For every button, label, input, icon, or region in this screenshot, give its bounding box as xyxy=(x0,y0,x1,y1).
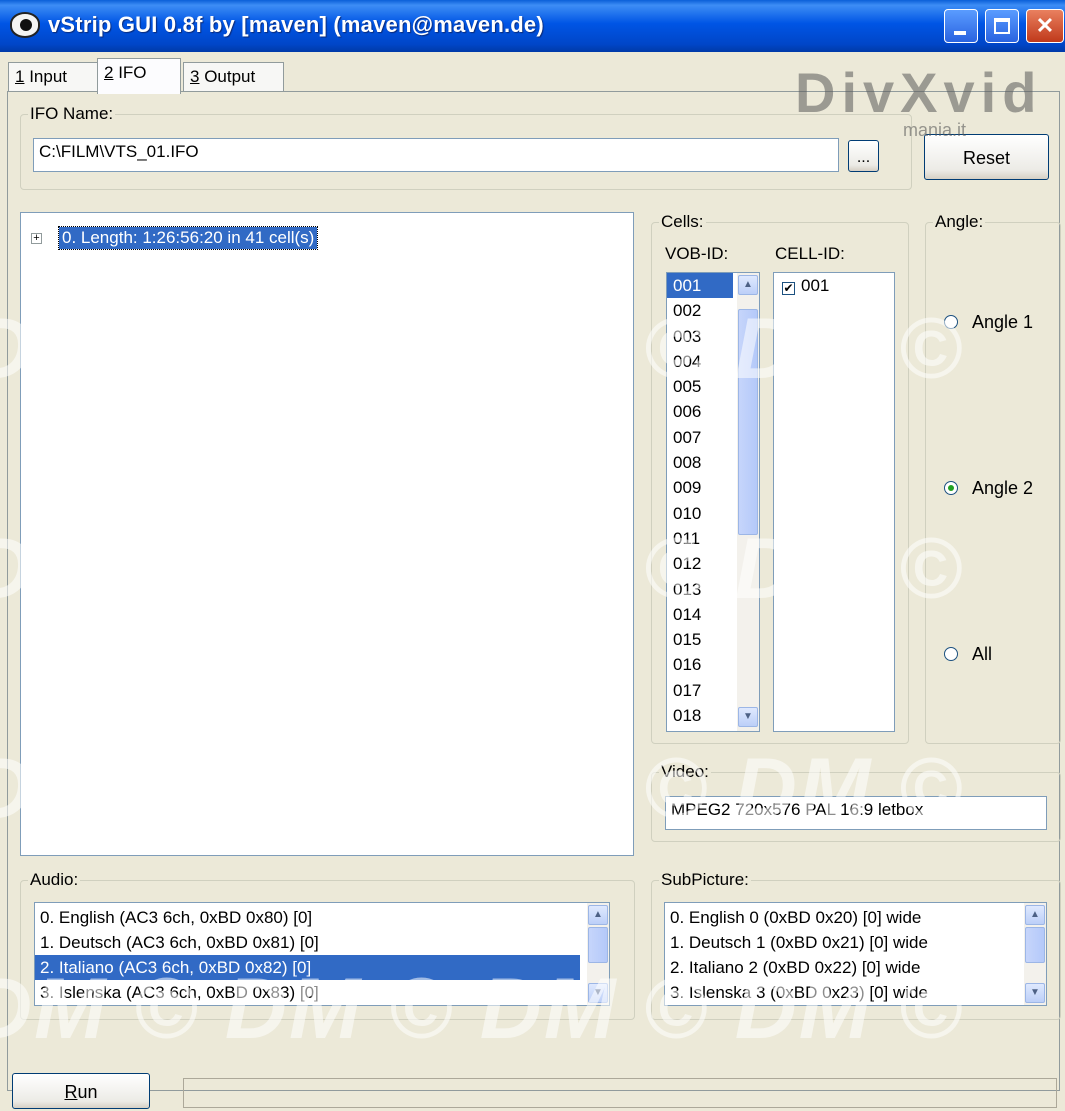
radio-selected-icon[interactable] xyxy=(944,481,958,495)
vob-item[interactable]: 002 xyxy=(667,298,733,323)
minimize-button[interactable] xyxy=(944,9,978,43)
subpicture-list[interactable]: 0. English 0 (0xBD 0x20) [0] wide 1. Deu… xyxy=(664,902,1047,1006)
vob-item[interactable]: 013 xyxy=(667,577,733,602)
vob-item[interactable]: 012 xyxy=(667,551,733,576)
scroll-down-icon[interactable]: ▼ xyxy=(1025,983,1045,1003)
reset-button[interactable]: Reset xyxy=(924,134,1049,180)
audio-scrollbar[interactable]: ▲ ▼ xyxy=(587,903,609,1005)
vob-item[interactable]: 009 xyxy=(667,475,733,500)
program-chain-tree[interactable]: + 0. Length: 1:26:56:20 in 41 cell(s) xyxy=(20,212,634,856)
audio-item[interactable]: 3. Islenska (AC3 6ch, 0xBD 0x83) [0] xyxy=(35,980,580,1005)
audio-item[interactable]: 1. Deutsch (AC3 6ch, 0xBD 0x81) [0] xyxy=(35,930,580,955)
tab-input[interactable]: 1 Input xyxy=(8,62,98,92)
subpicture-item[interactable]: 2. Italiano 2 (0xBD 0x22) [0] wide xyxy=(665,955,1046,980)
subpicture-item[interactable]: 1. Deutsch 1 (0xBD 0x21) [0] wide xyxy=(665,930,1046,955)
cell-item[interactable]: ✔ 001 xyxy=(774,273,894,298)
angle-legend: Angle: xyxy=(933,212,986,232)
video-legend: Video: xyxy=(659,762,711,782)
run-button[interactable]: Run xyxy=(12,1073,150,1109)
vob-id-list[interactable]: 001 002 003 004 005 006 007 008 009 010 011 012 013 0… xyxy=(666,272,760,732)
vob-item[interactable]: 018 xyxy=(667,703,733,728)
app-window: vStrip GUI 0.8f by [maven] (maven@maven.… xyxy=(0,0,1065,1111)
vob-item[interactable]: 007 xyxy=(667,425,733,450)
ifo-name-legend: IFO Name: xyxy=(28,104,116,124)
radio-icon[interactable] xyxy=(944,647,958,661)
subpicture-item[interactable]: 0. English 0 (0xBD 0x20) [0] wide xyxy=(665,905,1046,930)
vob-item[interactable]: 008 xyxy=(667,450,733,475)
vob-scrollbar[interactable]: ▲ ▼ xyxy=(737,273,759,731)
tab-output[interactable]: 3 Output xyxy=(183,62,284,92)
tree-node-length[interactable]: 0. Length: 1:26:56:20 in 41 cell(s) xyxy=(57,226,319,250)
video-info-field[interactable]: MPEG2 720x576 PAL 16:9 letbox xyxy=(665,796,1047,830)
vob-item[interactable]: 017 xyxy=(667,678,733,703)
scroll-up-icon[interactable]: ▲ xyxy=(588,905,608,925)
scroll-thumb[interactable] xyxy=(588,927,608,963)
audio-legend: Audio: xyxy=(28,870,81,890)
cell-id-list[interactable]: ✔ 001 xyxy=(773,272,895,732)
close-button[interactable]: ✕ xyxy=(1026,9,1064,43)
cells-legend: Cells: xyxy=(659,212,706,232)
scroll-thumb[interactable] xyxy=(738,309,758,535)
radio-icon[interactable] xyxy=(944,315,958,329)
browse-button[interactable]: ... xyxy=(848,140,879,172)
audio-item-selected[interactable]: 2. Italiano (AC3 6ch, 0xBD 0x82) [0] xyxy=(35,955,580,980)
status-text xyxy=(183,1078,1057,1108)
angle-1-radio[interactable]: Angle 1 xyxy=(944,312,1033,333)
vob-item[interactable]: 004 xyxy=(667,349,733,374)
audio-list[interactable]: 0. English (AC3 6ch, 0xBD 0x80) [0] 1. D… xyxy=(34,902,610,1006)
scroll-down-icon[interactable]: ▼ xyxy=(588,983,608,1003)
angle-2-radio[interactable]: Angle 2 xyxy=(944,478,1033,499)
subpicture-scrollbar[interactable]: ▲ ▼ xyxy=(1024,903,1046,1005)
scroll-thumb[interactable] xyxy=(1025,927,1045,963)
angle-all-radio[interactable]: All xyxy=(944,644,992,665)
subpicture-legend: SubPicture: xyxy=(659,870,751,890)
scroll-down-icon[interactable]: ▼ xyxy=(738,707,758,727)
scroll-up-icon[interactable]: ▲ xyxy=(1025,905,1045,925)
maximize-button[interactable] xyxy=(985,9,1019,43)
maximize-icon xyxy=(994,18,1010,34)
close-icon: ✕ xyxy=(1035,13,1055,38)
vob-item[interactable]: 011 xyxy=(667,526,733,551)
vob-item[interactable]: 003 xyxy=(667,324,733,349)
vob-item[interactable]: 016 xyxy=(667,652,733,677)
audio-item[interactable]: 0. English (AC3 6ch, 0xBD 0x80) [0] xyxy=(35,905,580,930)
vob-item-selected[interactable]: 001 xyxy=(667,273,733,299)
expand-icon[interactable]: + xyxy=(31,233,42,244)
cell-id-header: CELL-ID: xyxy=(775,244,845,263)
tab-ifo[interactable]: 2 IFO xyxy=(97,58,181,94)
vob-item[interactable]: 005 xyxy=(667,374,733,399)
scroll-up-icon[interactable]: ▲ xyxy=(738,275,758,295)
window-title: vStrip GUI 0.8f by [maven] (maven@maven.… xyxy=(48,12,544,37)
minimize-icon xyxy=(954,31,966,35)
subpicture-item[interactable]: 3. Islenska 3 (0xBD 0x23) [0] wide xyxy=(665,980,1046,1005)
status-bar: Run xyxy=(0,1066,1065,1111)
eye-icon[interactable] xyxy=(10,12,40,38)
checkbox-checked-icon[interactable]: ✔ xyxy=(782,282,795,295)
vob-item[interactable]: 014 xyxy=(667,602,733,627)
title-bar[interactable]: vStrip GUI 0.8f by [maven] (maven@maven.… xyxy=(0,0,1065,52)
vob-item[interactable]: 010 xyxy=(667,501,733,526)
vob-item[interactable]: 015 xyxy=(667,627,733,652)
ifo-path-field[interactable]: C:\FILM\VTS_01.IFO xyxy=(33,138,839,172)
vob-id-header: VOB-ID: xyxy=(665,244,729,263)
vob-item[interactable]: 006 xyxy=(667,399,733,424)
